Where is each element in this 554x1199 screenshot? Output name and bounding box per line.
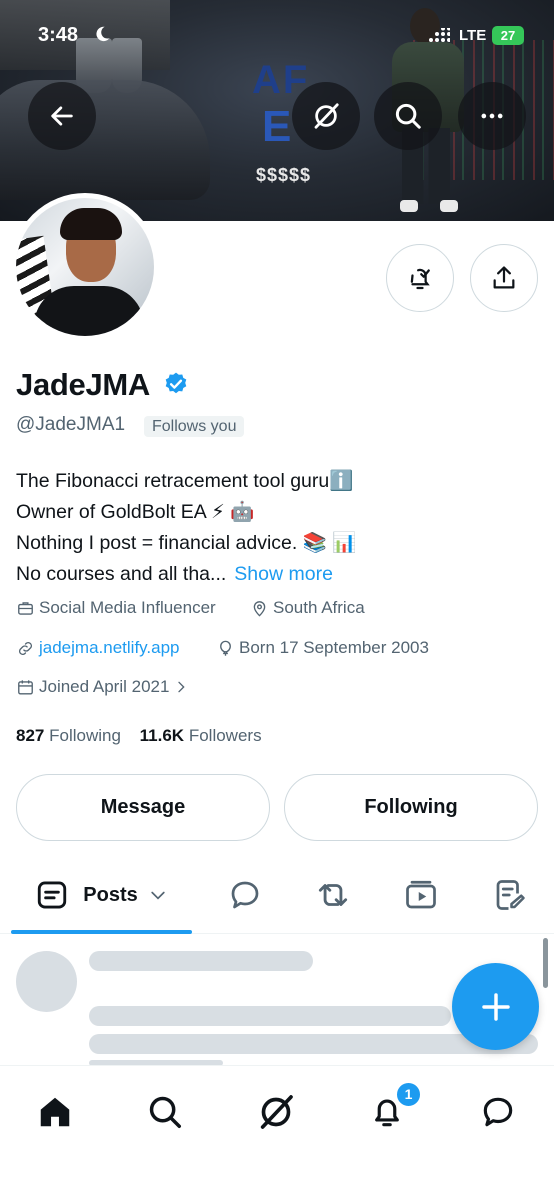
active-tab-indicator — [11, 930, 192, 934]
avatar[interactable] — [11, 193, 159, 341]
network-label: LTE — [459, 27, 487, 44]
briefcase-icon — [18, 601, 33, 615]
balloon-icon — [220, 640, 231, 656]
followers-count-link[interactable]: 11.6K Followers — [140, 726, 262, 745]
profile-bio: The Fibonacci retracement tool guruℹ️ Ow… — [16, 466, 546, 590]
calendar-icon — [18, 679, 33, 695]
notifications-badge: 1 — [395, 1081, 422, 1108]
media-icon — [406, 880, 436, 909]
verified-icon[interactable] — [163, 371, 189, 397]
bottom-nav: 1 — [0, 1065, 554, 1199]
status-time: 3:48 — [38, 24, 79, 46]
grok-icon — [314, 103, 339, 129]
profile-joined[interactable]: Joined April 2021 — [16, 677, 193, 697]
home-icon — [40, 1097, 70, 1127]
share-icon — [493, 266, 515, 289]
notify-button[interactable] — [386, 244, 454, 312]
tab-articles[interactable] — [480, 858, 540, 932]
profile-name: JadeJMA — [16, 367, 151, 402]
compose-button[interactable] — [452, 963, 539, 1050]
grok-button[interactable] — [292, 82, 360, 150]
joined-label: Joined April 2021 — [39, 677, 170, 696]
profile-tabs: Posts — [0, 858, 554, 934]
profile-location: South Africa — [250, 598, 365, 618]
tab-reposts[interactable] — [303, 858, 363, 932]
chevron-right-icon — [178, 681, 186, 693]
more-icon — [481, 113, 503, 119]
followers-count-label: Followers — [188, 726, 262, 745]
skeleton-avatar — [16, 951, 77, 1012]
messages-icon — [483, 1097, 513, 1127]
profile-website[interactable]: jadejma.netlify.app — [16, 638, 180, 658]
skeleton-line — [89, 1006, 451, 1026]
grok-nav-icon — [260, 1095, 293, 1129]
battery-indicator: 27 — [492, 26, 524, 45]
bio-line-last: No courses and all tha... Show more — [16, 559, 546, 590]
reposts-icon — [318, 884, 348, 906]
back-arrow-icon — [51, 106, 73, 126]
link-icon — [19, 641, 32, 655]
banner-caption: $$$$$ — [256, 165, 312, 185]
more-button[interactable] — [458, 82, 526, 150]
bio-line: Owner of GoldBolt EA ⚡ 🤖 — [16, 501, 255, 523]
search-button[interactable] — [374, 82, 442, 150]
profile-birthday: Born 17 September 2003 — [216, 638, 429, 658]
plus-icon — [481, 992, 510, 1021]
follows-you-badge: Follows you — [144, 416, 245, 437]
nav-search[interactable] — [135, 1088, 195, 1136]
tab-media[interactable] — [391, 858, 451, 932]
search-nav-icon — [149, 1096, 181, 1128]
signal-icon — [429, 28, 450, 42]
bio-line: The Fibonacci retracement tool guruℹ️ — [16, 470, 354, 492]
replies-icon — [231, 881, 259, 909]
nav-home[interactable] — [25, 1088, 85, 1136]
profile-handle: @JadeJMA1 — [16, 414, 126, 435]
scrollbar[interactable] — [543, 938, 548, 988]
tab-posts-label: Posts — [83, 883, 138, 906]
posts-icon — [38, 881, 67, 909]
birthday-label: Born 17 September 2003 — [239, 638, 429, 657]
moon-icon — [96, 26, 110, 42]
tab-replies[interactable] — [215, 858, 275, 932]
profile-category: Social Media Influencer — [16, 598, 216, 618]
follow-counts: 827 Following 11.6K Followers — [16, 726, 262, 746]
share-button[interactable] — [470, 244, 538, 312]
banner-car — [0, 80, 210, 200]
back-button[interactable] — [28, 82, 96, 150]
nav-messages[interactable] — [468, 1088, 528, 1136]
website-link[interactable]: jadejma.netlify.app — [39, 638, 180, 658]
skeleton-line — [89, 951, 313, 971]
bio-line: No courses and all tha... — [16, 563, 227, 585]
followers-count: 11.6K — [139, 726, 185, 745]
following-count: 827 — [16, 726, 45, 745]
tab-posts[interactable]: Posts — [11, 858, 192, 932]
following-button[interactable]: Following — [284, 774, 538, 841]
articles-icon — [496, 880, 525, 910]
nav-grok[interactable] — [246, 1088, 306, 1136]
following-count-label: Following — [49, 726, 121, 745]
bell-check-icon — [410, 268, 430, 290]
message-button[interactable]: Message — [16, 774, 270, 841]
banner-logo-bottom: E — [262, 102, 292, 151]
location-label: South Africa — [273, 598, 365, 617]
location-icon — [253, 600, 266, 617]
search-icon — [395, 103, 421, 129]
following-count-link[interactable]: 827 Following — [16, 726, 121, 745]
bio-line: Nothing I post = financial advice. 📚 📊 — [16, 532, 357, 554]
chevron-down-icon — [151, 891, 165, 900]
category-label: Social Media Influencer — [39, 598, 216, 617]
show-more-link[interactable]: Show more — [234, 563, 333, 585]
